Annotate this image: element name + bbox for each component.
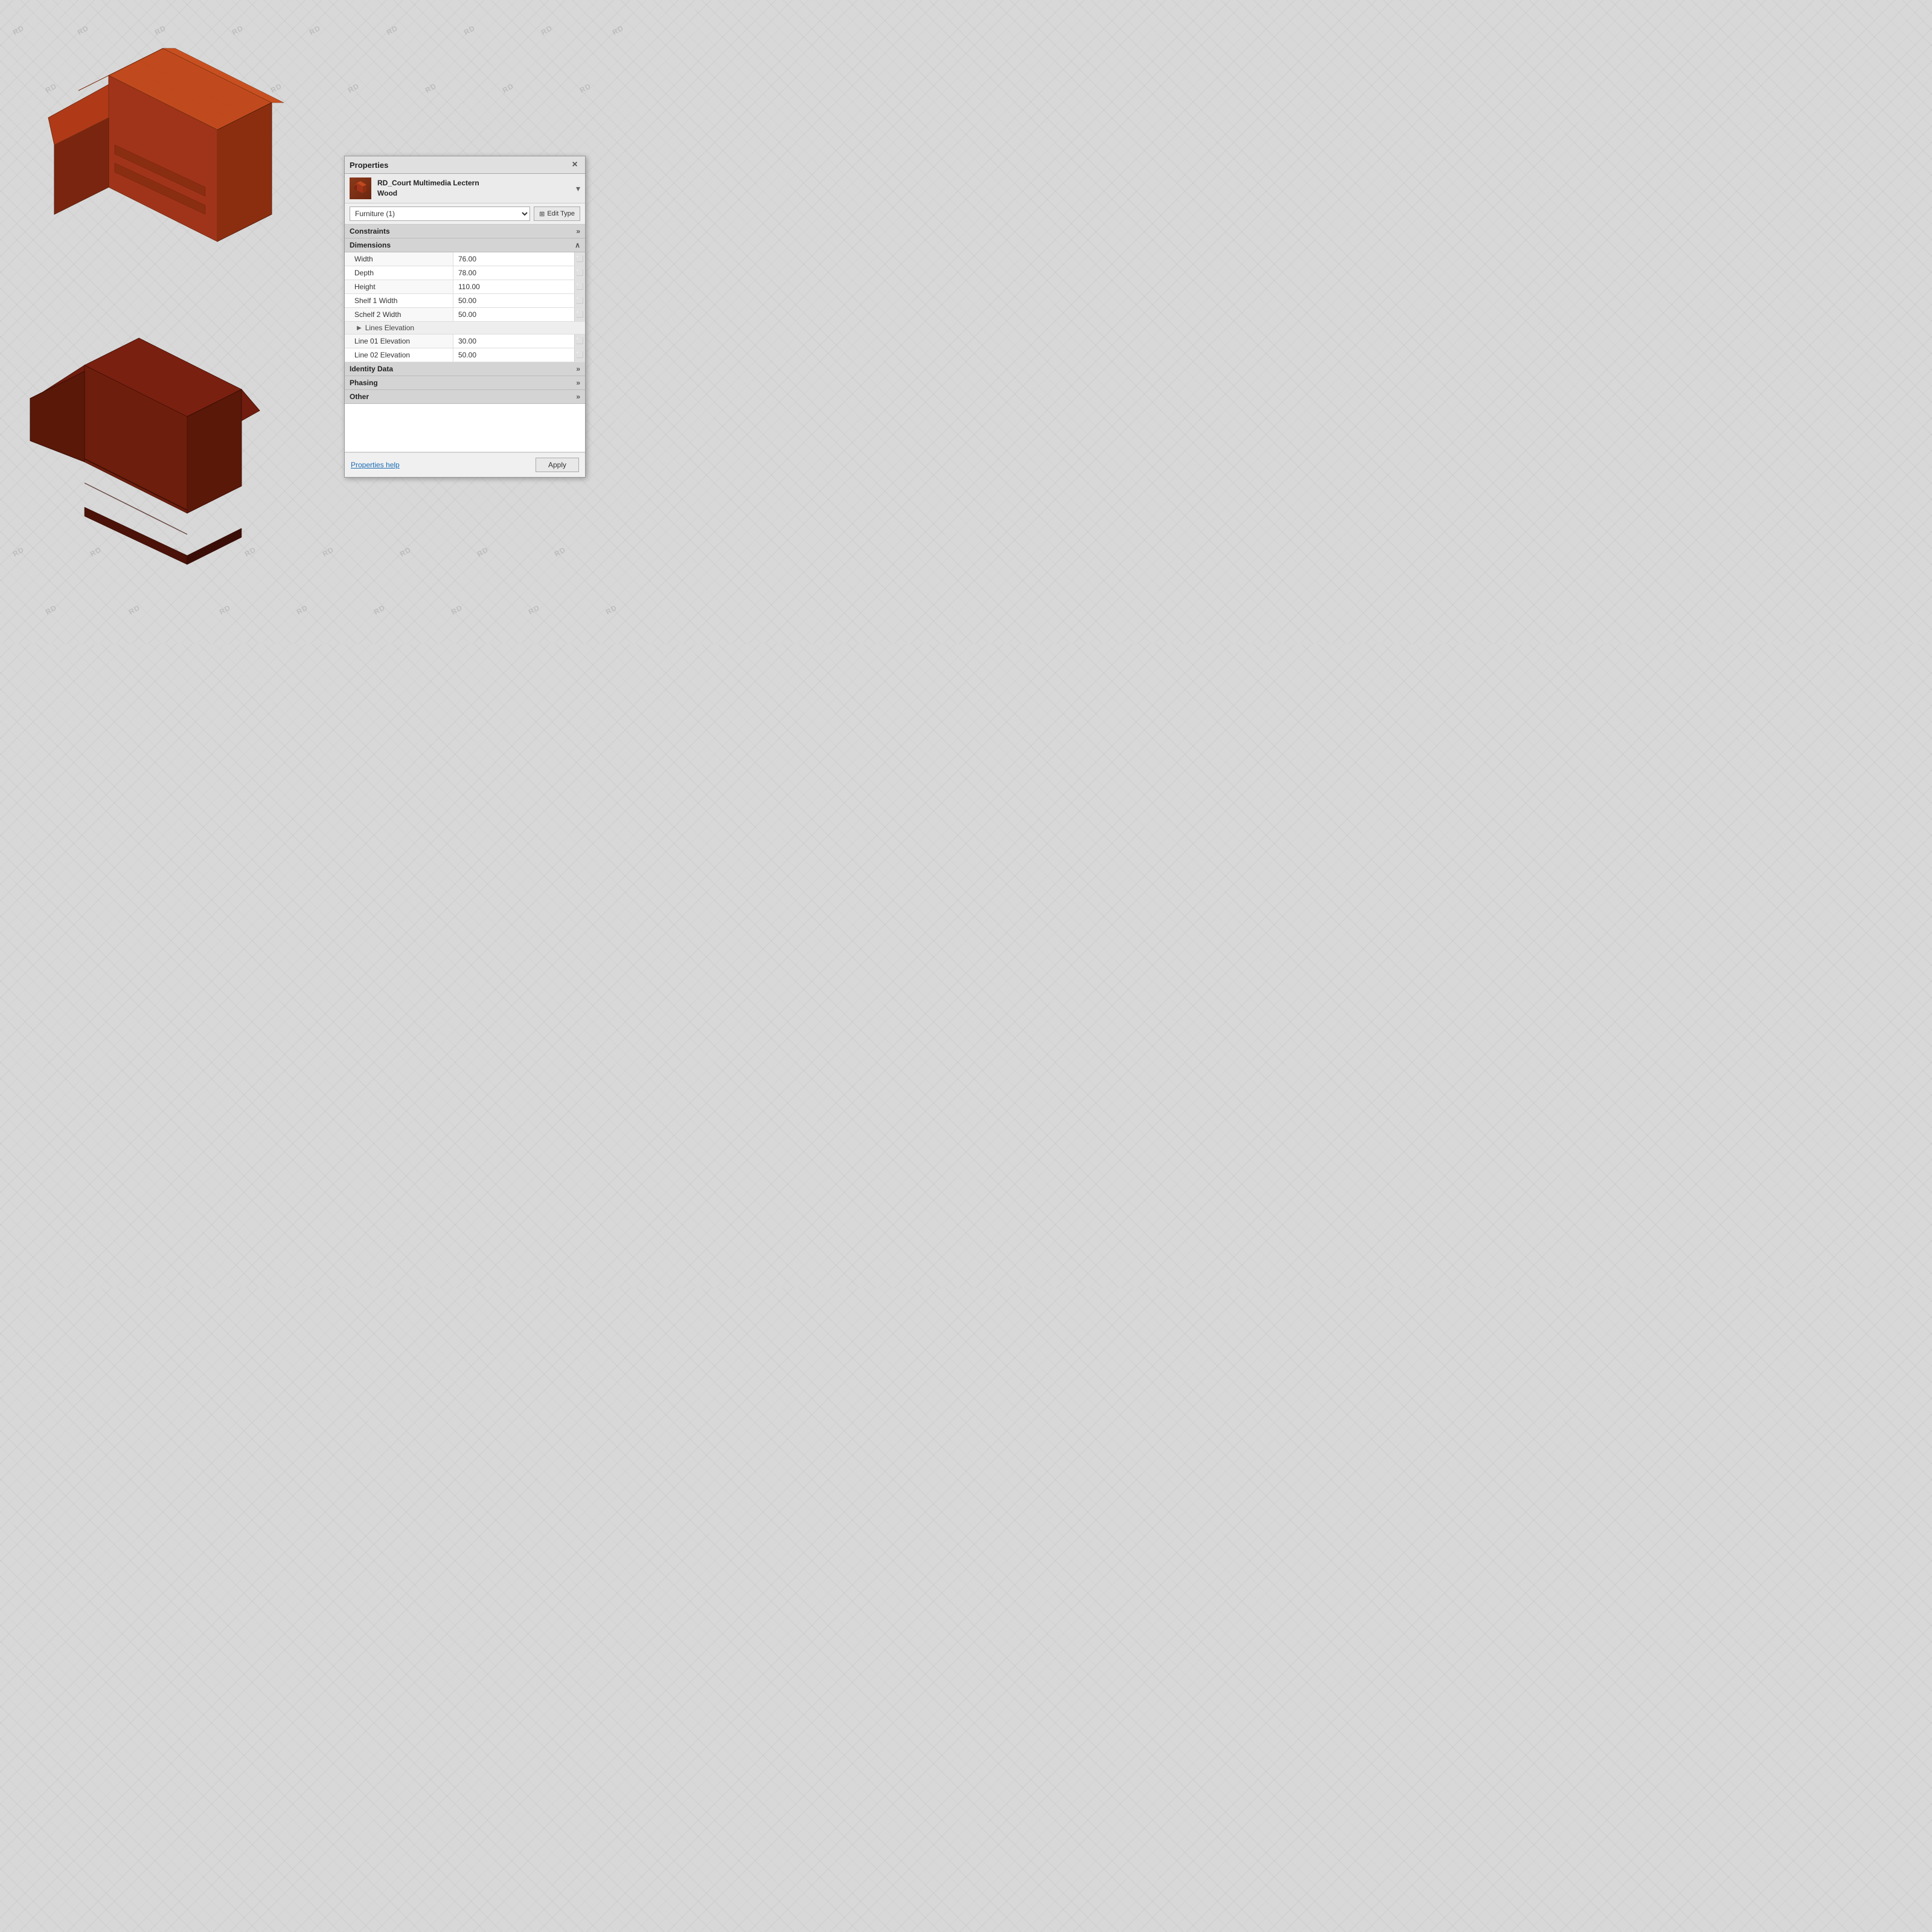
prop-row-height: Height 110.00 ⬜: [345, 280, 585, 294]
prop-row-line01: Line 01 Elevation 30.00 ⬜: [345, 334, 585, 348]
other-section-header[interactable]: Other »: [345, 390, 585, 404]
prop-label-shelf1: Shelf 1 Width: [345, 294, 453, 307]
prop-btn-shelf1[interactable]: ⬜: [574, 294, 585, 307]
watermark: RD: [398, 545, 412, 558]
prop-value-width[interactable]: 76.00: [453, 252, 574, 266]
object-name-line2: Wood: [377, 188, 479, 199]
constraints-label: Constraints: [350, 227, 390, 235]
phasing-chevron: »: [576, 379, 580, 387]
subsection-expand-icon: ▶: [357, 325, 362, 331]
watermark: RD: [604, 603, 619, 616]
prop-value-shelf2[interactable]: 50.00: [453, 308, 574, 321]
prop-btn-width[interactable]: ⬜: [574, 252, 585, 266]
prop-label-width: Width: [345, 252, 453, 266]
watermark: RD: [462, 24, 477, 37]
type-toolbar: Furniture (1) ⊞ Edit Type: [345, 203, 585, 225]
prop-label-line01: Line 01 Elevation: [345, 334, 453, 348]
watermark: RD: [475, 545, 490, 558]
identity-data-label: Identity Data: [350, 365, 393, 373]
object-info-row: RD_Court Multimedia Lectern Wood ▾: [345, 174, 585, 203]
watermark: RD: [552, 545, 567, 558]
panel-title: Properties: [350, 161, 388, 170]
identity-data-chevron: »: [576, 365, 580, 373]
watermark: RD: [385, 24, 400, 37]
edit-type-label: Edit Type: [547, 210, 575, 217]
prop-label-depth: Depth: [345, 266, 453, 280]
lectern-bottom-view: [6, 320, 272, 580]
prop-label-line02: Line 02 Elevation: [345, 348, 453, 362]
lines-elevation-label: Lines Elevation: [365, 324, 414, 332]
prop-label-height: Height: [345, 280, 453, 293]
dimensions-chevron: ∧: [575, 241, 580, 249]
watermark: RD: [424, 82, 438, 95]
prop-value-depth[interactable]: 78.00: [453, 266, 574, 280]
object-name: RD_Court Multimedia Lectern Wood: [377, 178, 479, 199]
prop-value-line01[interactable]: 30.00: [453, 334, 574, 348]
other-chevron: »: [576, 392, 580, 401]
type-select[interactable]: Furniture (1): [350, 206, 530, 221]
viewport: [0, 0, 374, 644]
watermark: RD: [540, 24, 554, 37]
prop-row-depth: Depth 78.00 ⬜: [345, 266, 585, 280]
properties-panel: Properties × RD_Court Multimedia Lectern…: [344, 156, 586, 478]
prop-value-line02[interactable]: 50.00: [453, 348, 574, 362]
watermark: RD: [373, 603, 387, 616]
prop-value-shelf1[interactable]: 50.00: [453, 294, 574, 307]
identity-data-section-header[interactable]: Identity Data »: [345, 362, 585, 376]
empty-area: [345, 404, 585, 452]
constraints-chevron: »: [576, 227, 580, 235]
phasing-label: Phasing: [350, 379, 378, 387]
watermark: RD: [527, 603, 542, 616]
dimensions-section-header[interactable]: Dimensions ∧: [345, 238, 585, 252]
prop-btn-height[interactable]: ⬜: [574, 280, 585, 293]
watermark: RD: [450, 603, 464, 616]
object-icon: [350, 178, 371, 199]
lines-elevation-subsection[interactable]: ▶ Lines Elevation: [345, 322, 585, 334]
close-button[interactable]: ×: [569, 159, 580, 170]
other-label: Other: [350, 392, 369, 401]
dimensions-label: Dimensions: [350, 241, 391, 249]
prop-row-shelf1: Shelf 1 Width 50.00 ⬜: [345, 294, 585, 308]
properties-help-link[interactable]: Properties help: [351, 461, 400, 469]
prop-label-shelf2: Schelf 2 Width: [345, 308, 453, 321]
object-dropdown-arrow: ▾: [576, 184, 580, 194]
watermark: RD: [501, 82, 516, 95]
object-name-line1: RD_Court Multimedia Lectern: [377, 178, 479, 188]
prop-row-width: Width 76.00 ⬜: [345, 252, 585, 266]
apply-button[interactable]: Apply: [536, 458, 579, 472]
prop-row-shelf2: Schelf 2 Width 50.00 ⬜: [345, 308, 585, 322]
panel-titlebar: Properties ×: [345, 156, 585, 174]
edit-type-button[interactable]: ⊞ Edit Type: [534, 206, 580, 221]
prop-value-height[interactable]: 110.00: [453, 280, 574, 293]
phasing-section-header[interactable]: Phasing »: [345, 376, 585, 390]
prop-btn-line01[interactable]: ⬜: [574, 334, 585, 348]
panel-footer: Properties help Apply: [345, 452, 585, 477]
edit-type-icon: ⊞: [539, 210, 545, 218]
prop-btn-line02[interactable]: ⬜: [574, 348, 585, 362]
prop-btn-depth[interactable]: ⬜: [574, 266, 585, 280]
prop-btn-shelf2[interactable]: ⬜: [574, 308, 585, 321]
watermark: RD: [578, 82, 593, 95]
prop-row-line02: Line 02 Elevation 50.00 ⬜: [345, 348, 585, 362]
lectern-top-view: [18, 24, 308, 314]
watermark: RD: [610, 24, 625, 37]
constraints-section-header[interactable]: Constraints »: [345, 225, 585, 238]
